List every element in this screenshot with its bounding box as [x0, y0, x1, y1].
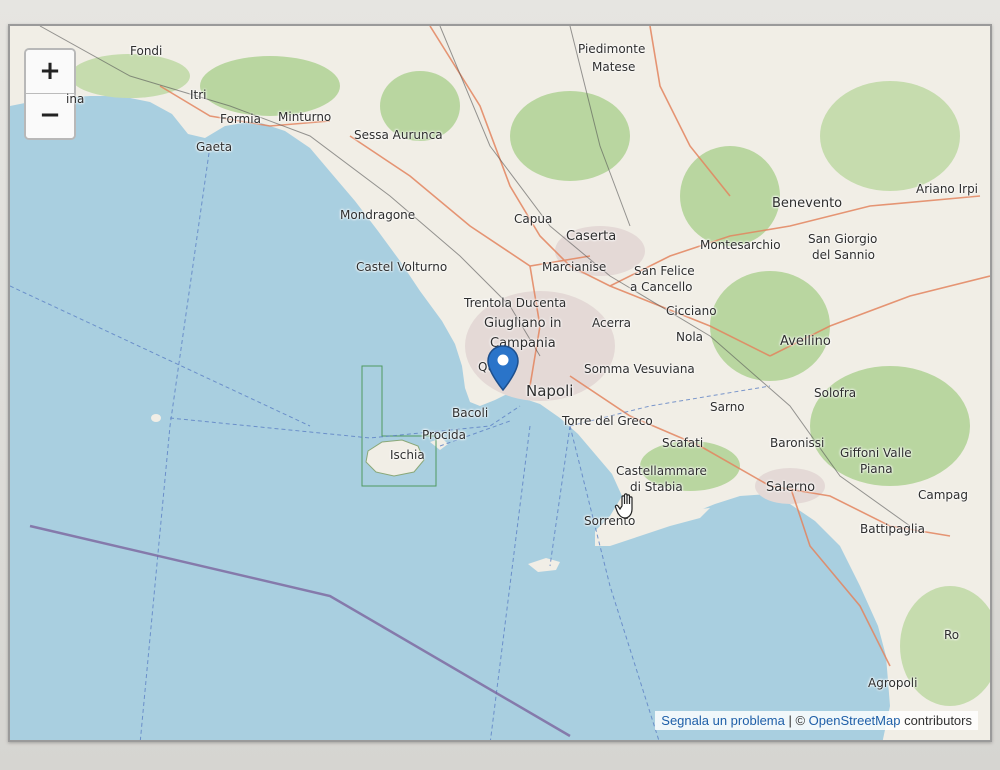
place-label: Sarno — [710, 400, 745, 414]
place-label: Giffoni Valle — [840, 446, 912, 460]
attribution-separator: | © — [784, 713, 809, 728]
place-label: Bacoli — [452, 406, 489, 420]
place-label: Procida — [422, 428, 466, 442]
place-label: Capua — [514, 212, 553, 226]
place-label: Castellammare — [616, 464, 707, 478]
place-label: Napoli — [526, 382, 574, 400]
place-label: Trentola Ducenta — [464, 296, 567, 310]
map-attribution: Segnala un problema | © OpenStreetMap co… — [655, 711, 978, 730]
place-label: Castel Volturno — [356, 260, 448, 274]
place-label: Mondragone — [340, 208, 416, 222]
place-label: Nola — [676, 330, 704, 344]
place-label: Somma Vesuviana — [584, 362, 695, 376]
place-label: Montesarchio — [700, 238, 781, 252]
place-label: Baronissi — [770, 436, 825, 450]
place-label: Gaeta — [196, 140, 233, 154]
place-label: Torre del Greco — [562, 414, 653, 428]
place-label: Ischia — [390, 448, 425, 462]
attribution-suffix: contributors — [900, 713, 972, 728]
place-label: Scafati — [662, 436, 704, 450]
place-label: Caserta — [566, 229, 617, 244]
map-container[interactable]: + − Fondi Itri Formia Minturno Gaeta ina… — [8, 24, 992, 742]
place-label: Ariano Irpi — [916, 182, 979, 196]
place-label: Sessa Aurunca — [354, 128, 443, 142]
zoom-in-button[interactable]: + — [26, 50, 74, 94]
place-label: San Giorgio — [808, 232, 878, 246]
place-label: San Felice — [634, 264, 695, 278]
place-label: del Sannio — [812, 248, 876, 262]
location-marker-icon[interactable] — [486, 344, 520, 392]
openstreetmap-link[interactable]: OpenStreetMap — [809, 713, 901, 728]
place-label: Battipaglia — [860, 522, 925, 536]
place-label: Giugliano in — [484, 316, 562, 331]
place-label: Acerra — [592, 316, 631, 330]
place-label: Cicciano — [666, 304, 717, 318]
place-label: Piana — [860, 462, 893, 476]
place-label: a Cancello — [630, 280, 693, 294]
hand-cursor-icon — [614, 493, 633, 519]
place-label: Piedimonte — [578, 42, 646, 56]
place-label: Formia — [220, 112, 261, 126]
place-label: Benevento — [772, 196, 843, 211]
place-label: Minturno — [278, 110, 332, 124]
place-label: Matese — [592, 60, 636, 74]
place-label: Itri — [190, 88, 207, 102]
place-label: Salerno — [766, 480, 816, 495]
place-label: ina — [66, 92, 85, 106]
place-label: Ro — [944, 628, 960, 642]
place-label: Campag — [918, 488, 969, 502]
place-label: Marcianise — [542, 260, 607, 274]
place-label: Agropoli — [868, 676, 918, 690]
place-label: Solofra — [814, 386, 857, 400]
place-label: Avellino — [780, 334, 831, 349]
place-label: Fondi — [130, 44, 163, 58]
report-problem-link[interactable]: Segnala un problema — [661, 713, 785, 728]
